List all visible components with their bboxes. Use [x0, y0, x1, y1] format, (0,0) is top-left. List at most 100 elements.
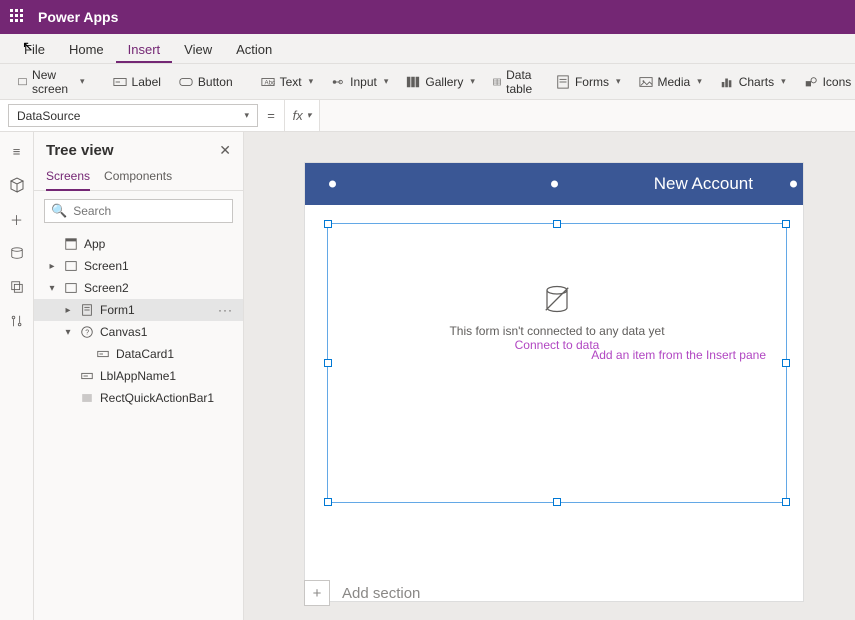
charts-button[interactable]: Charts▾: [712, 70, 794, 94]
insert-pane-hint-link[interactable]: Add an item from the Insert pane: [591, 348, 766, 362]
property-name: DataSource: [17, 109, 80, 123]
search-input[interactable]: [73, 204, 228, 218]
resize-handle[interactable]: [782, 220, 790, 228]
search-icon: 🔍: [51, 203, 67, 219]
formula-input[interactable]: [320, 100, 855, 131]
canvas-header[interactable]: New Account: [305, 163, 803, 205]
connect-data-link[interactable]: Connect to data: [515, 338, 600, 352]
media-btn-label: Media: [658, 75, 691, 89]
label-button[interactable]: Label: [105, 70, 169, 94]
property-selector[interactable]: DataSource ▾: [8, 104, 258, 127]
tree-view-title: Tree view: [46, 142, 114, 159]
chevron-right-icon[interactable]: ▸: [62, 305, 74, 316]
selection-dot: [790, 181, 797, 188]
tree-node-screen2[interactable]: ▾Screen2: [34, 277, 243, 299]
input-icon: [331, 75, 345, 89]
close-icon[interactable]: ✕: [219, 142, 231, 159]
media-rail-icon[interactable]: [8, 278, 26, 296]
chevron-down-icon: ▾: [781, 76, 786, 87]
tree-node-canvas1[interactable]: ▾?Canvas1: [34, 321, 243, 343]
node-label: LblAppName1: [100, 369, 176, 383]
forms-button[interactable]: Forms▾: [548, 70, 629, 94]
tree-view-rail-icon[interactable]: ≡: [8, 142, 26, 160]
tree-node-screen1[interactable]: ▸ Screen1: [34, 255, 243, 277]
chevron-down-icon: ▾: [616, 76, 621, 87]
screen-icon: [64, 259, 78, 273]
tree-node-datacard1[interactable]: DataCard1: [34, 343, 243, 365]
waffle-icon[interactable]: [10, 9, 26, 25]
text-btn-label: Text: [280, 75, 302, 89]
insert-toolbar: New screen ▾ Label Button Abc Text ▾ Input…: [0, 64, 855, 100]
resize-handle[interactable]: [324, 498, 332, 506]
table-icon: [493, 75, 501, 89]
chevron-down-icon: ▾: [80, 76, 85, 87]
chevron-right-icon[interactable]: ▸: [46, 261, 58, 272]
formula-bar: DataSource ▾ = fx▾: [0, 100, 855, 132]
label-icon: [80, 369, 94, 383]
fx-button[interactable]: fx▾: [284, 100, 320, 131]
new-screen-button[interactable]: New screen ▾: [10, 63, 93, 101]
datatable-button[interactable]: Data table: [485, 63, 546, 101]
screen-icon: [64, 281, 78, 295]
data-rail-icon[interactable]: [8, 244, 26, 262]
menu-home[interactable]: Home: [57, 36, 116, 63]
insert-rail-icon[interactable]: [8, 176, 26, 194]
screen-icon: [18, 75, 27, 89]
resize-handle[interactable]: [553, 220, 561, 228]
icons-btn-label: Icons: [823, 75, 852, 89]
add-rail-icon[interactable]: ＋: [8, 210, 26, 228]
resize-handle[interactable]: [324, 220, 332, 228]
text-button[interactable]: Abc Text ▾: [253, 70, 322, 94]
equals-sign: =: [258, 100, 284, 131]
plus-icon[interactable]: +: [304, 580, 330, 606]
node-label: RectQuickActionBar1: [100, 391, 214, 405]
menu-bar: ↖ File Home Insert View Action: [0, 34, 855, 64]
menu-view[interactable]: View: [172, 36, 224, 63]
tree-search[interactable]: 🔍: [44, 199, 233, 223]
chevron-down-icon[interactable]: ▾: [46, 283, 58, 294]
app-icon: [64, 237, 78, 251]
icons-button[interactable]: Icons▾: [796, 70, 855, 94]
node-label: DataCard1: [116, 347, 174, 361]
svg-text:Abc: Abc: [264, 79, 275, 86]
node-label: Screen1: [84, 259, 129, 273]
gallery-button[interactable]: Gallery▾: [398, 70, 483, 94]
form-body[interactable]: This form isn't connected to any data ye…: [327, 223, 787, 503]
tab-components[interactable]: Components: [104, 163, 172, 190]
app-title: Power Apps: [38, 9, 118, 25]
chevron-down-icon[interactable]: ▾: [62, 327, 74, 338]
empty-message: This form isn't connected to any data ye…: [328, 324, 786, 338]
chevron-down-icon: ▾: [470, 76, 475, 87]
tree-view-panel: Tree view ✕ Screens Components 🔍 App ▸ Scr…: [34, 132, 244, 620]
input-btn-label: Input: [350, 75, 377, 89]
input-button[interactable]: Input▾: [323, 70, 396, 94]
tree-node-rectquickactionbar1[interactable]: RectQuickActionBar1: [34, 387, 243, 409]
chevron-down-icon: ▾: [309, 76, 314, 87]
menu-action[interactable]: Action: [224, 36, 284, 63]
canvas-area[interactable]: New Account This form isn't connected to…: [244, 132, 855, 620]
media-button[interactable]: Media▾: [631, 70, 710, 94]
resize-handle[interactable]: [782, 498, 790, 506]
resize-handle[interactable]: [782, 359, 790, 367]
resize-handle[interactable]: [553, 498, 561, 506]
tree-node-app[interactable]: App: [34, 233, 243, 255]
tree-view-tabs: Screens Components: [34, 163, 243, 191]
app-canvas[interactable]: New Account This form isn't connected to…: [304, 162, 804, 602]
tree-node-form1[interactable]: ▸Form1···: [34, 299, 243, 321]
chevron-down-icon: ▾: [307, 110, 312, 121]
menu-insert[interactable]: Insert: [116, 36, 173, 63]
selection-dot: [329, 181, 336, 188]
button-btn-text: Button: [198, 75, 233, 89]
advanced-rail-icon[interactable]: [8, 312, 26, 330]
add-section-row[interactable]: + Add section: [304, 580, 420, 606]
left-rail: ≡ ＋: [0, 132, 34, 620]
tab-screens[interactable]: Screens: [46, 163, 90, 191]
form-empty-state: This form isn't connected to any data ye…: [328, 224, 786, 352]
new-screen-label: New screen: [32, 68, 73, 96]
button-button[interactable]: Button: [171, 70, 241, 94]
resize-handle[interactable]: [324, 359, 332, 367]
menu-file[interactable]: File: [12, 36, 57, 63]
node-label: Canvas1: [100, 325, 147, 339]
tree-node-lblappname1[interactable]: LblAppName1: [34, 365, 243, 387]
more-icon[interactable]: ···: [218, 303, 233, 317]
